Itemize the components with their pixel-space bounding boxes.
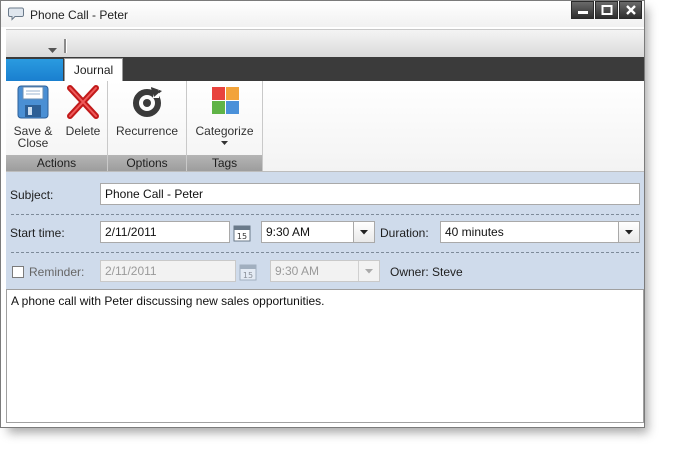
chevron-down-icon [360,230,368,235]
recurrence-icon [133,87,162,117]
start-date-field[interactable]: 2/11/2011 [100,221,230,243]
window-title: Phone Call - Peter [30,8,129,22]
start-time-dropdown[interactable] [353,222,374,242]
tab-journal[interactable]: Journal [64,58,123,81]
save-close-label-line2: Close [17,136,49,150]
group-label-options: Options [108,155,186,171]
group-options: Recurrence Options [108,81,187,171]
reminder-checkbox[interactable] [12,266,24,278]
duration-combo[interactable]: 40 minutes [440,221,640,243]
close-icon [626,5,636,15]
delete-label: Delete [65,124,101,138]
reminder-date-field[interactable]: 2/11/2011 [100,260,236,282]
save-close-button[interactable]: Save & Close [11,83,55,149]
group-label-actions: Actions [6,155,107,171]
group-label-tags: Tags [187,155,262,171]
delete-x-icon [67,85,99,119]
owner-label: Owner: Steve [390,265,463,279]
categorize-button[interactable]: Categorize [191,83,258,150]
delete-button[interactable]: Delete [61,83,105,137]
toolbar-separator [64,39,67,53]
calendar-icon[interactable]: 15 [233,224,251,242]
subject-label: Subject: [10,188,54,202]
recurrence-button[interactable]: Recurrence [114,83,180,137]
chat-bubble-icon [8,7,24,21]
categorize-label: Categorize [195,124,254,138]
appointment-form: Subject: Phone Call - Peter Start time: … [6,172,644,289]
title-bar: Phone Call - Peter [1,1,644,27]
duration-value: 40 minutes [445,225,504,239]
maximize-icon [601,5,613,15]
start-time-label: Start time: [10,226,65,240]
separator-2 [11,252,639,253]
ribbon-tab-strip: Journal [6,57,644,81]
close-button[interactable] [619,1,642,19]
save-disk-icon [17,85,49,119]
ribbon: Save & Close Delete Actions Recurrence O… [6,81,644,172]
dropdown-arrow-icon[interactable] [48,43,57,57]
recurrence-label: Recurrence [115,124,179,138]
minimize-button[interactable] [571,1,594,19]
categorize-icon [211,87,239,114]
duration-dropdown[interactable] [618,222,639,242]
calendar-day: 15 [237,232,247,241]
chevron-down-icon [365,269,373,274]
reminder-label: Reminder: [29,265,85,279]
start-time-value: 9:30 AM [266,225,311,239]
appointment-window: Phone Call - Peter Journal Save & Close … [0,0,645,428]
notes-textarea[interactable]: A phone call with Peter discussing new s… [6,289,644,423]
minimize-icon [578,11,588,14]
tab-file[interactable] [6,59,63,81]
subject-field[interactable]: Phone Call - Peter [100,183,640,205]
group-actions: Save & Close Delete Actions [6,81,108,171]
calendar-day: 15 [243,271,253,280]
reminder-time-dropdown[interactable] [358,261,379,281]
duration-label: Duration: [380,226,429,240]
start-time-combo[interactable]: 9:30 AM [261,221,375,243]
quick-access-toolbar [6,29,644,58]
window-controls [570,1,642,20]
maximize-button[interactable] [595,1,618,19]
reminder-time-value: 9:30 AM [275,264,320,278]
separator-1 [11,214,639,215]
calendar-icon[interactable]: 15 [239,263,257,281]
chevron-down-icon [625,230,633,235]
chevron-down-icon [221,141,228,145]
reminder-time-combo[interactable]: 9:30 AM [270,260,380,282]
group-tags: Categorize Tags [187,81,263,171]
